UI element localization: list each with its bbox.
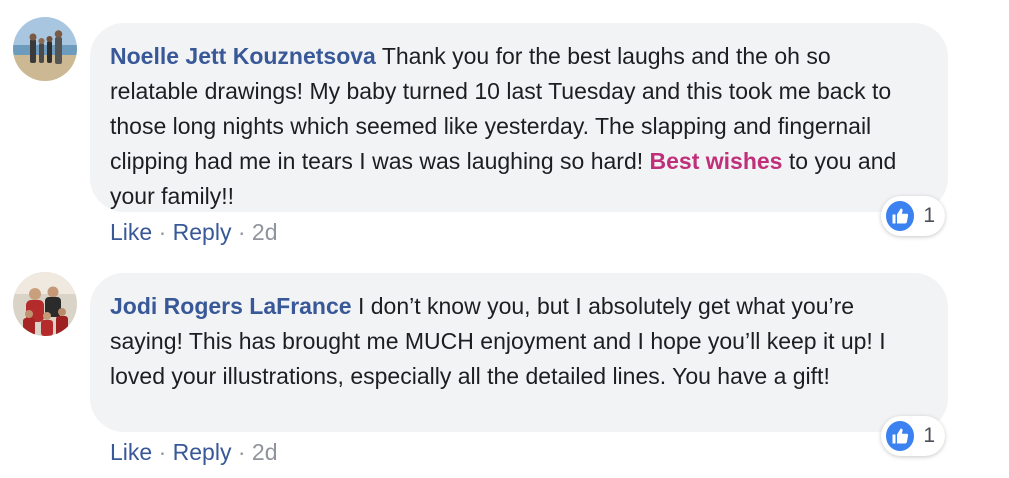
separator: · <box>237 219 246 245</box>
comment-author[interactable]: Jodi Rogers LaFrance <box>110 293 352 319</box>
separator: · <box>158 219 167 245</box>
avatar[interactable] <box>13 272 77 336</box>
highlighted-tag[interactable]: Best wishes <box>650 148 783 174</box>
reaction-count-badge[interactable]: 1 <box>881 196 945 236</box>
reply-button[interactable]: Reply <box>173 219 232 245</box>
reaction-count: 1 <box>923 204 935 227</box>
comment-author[interactable]: Noelle Jett Kouznetsova <box>110 43 376 69</box>
reaction-count-badge[interactable]: 1 <box>881 416 945 456</box>
comment-actions: Like · Reply · 2d <box>110 439 278 466</box>
comment: Noelle Jett Kouznetsova Thank you for th… <box>0 0 1009 250</box>
comment: Jodi Rogers LaFrance I don’t know you, b… <box>0 260 1009 478</box>
comment-bubble: Noelle Jett Kouznetsova Thank you for th… <box>90 23 948 212</box>
reaction-count: 1 <box>923 424 935 447</box>
like-button[interactable]: Like <box>110 219 152 245</box>
timestamp[interactable]: 2d <box>252 219 278 245</box>
thumbs-up-icon <box>886 421 915 451</box>
separator: · <box>158 439 167 465</box>
timestamp[interactable]: 2d <box>252 439 278 465</box>
thumbs-up-icon <box>886 201 915 231</box>
separator: · <box>237 439 246 465</box>
avatar[interactable] <box>13 17 77 81</box>
reply-button[interactable]: Reply <box>173 439 232 465</box>
like-button[interactable]: Like <box>110 439 152 465</box>
comment-actions: Like · Reply · 2d <box>110 219 278 246</box>
avatar-beach-photo <box>13 17 77 81</box>
avatar-family-photo <box>13 272 77 336</box>
comment-bubble: Jodi Rogers LaFrance I don’t know you, b… <box>90 273 948 432</box>
